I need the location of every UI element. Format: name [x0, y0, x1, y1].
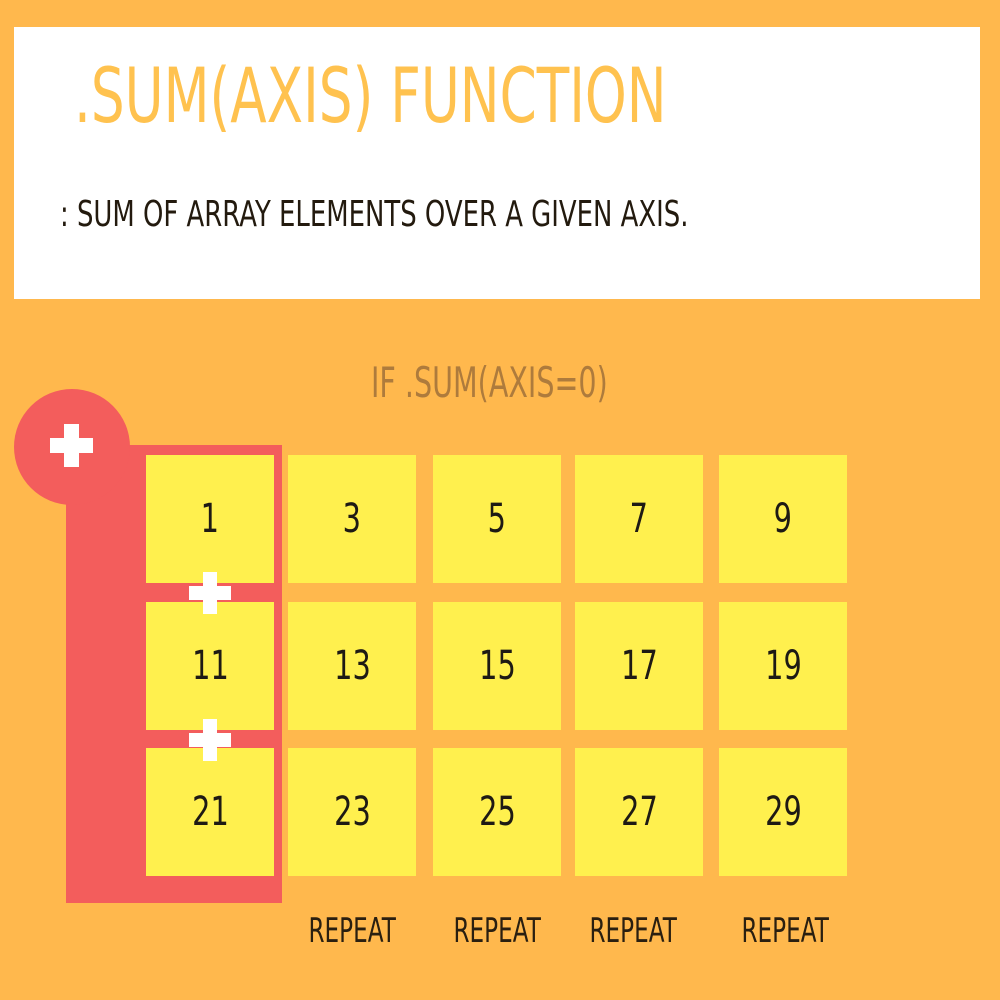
plus-icon — [189, 572, 231, 614]
matrix-value-r2-c5: 19 — [764, 643, 802, 689]
repeat-label-column-3: REPEAT — [453, 911, 541, 951]
repeat-label-column-5: REPEAT — [741, 911, 829, 951]
matrix-cell-r3-c2: 23 — [288, 748, 416, 876]
matrix-value-r2-c2: 13 — [333, 643, 371, 689]
matrix-cell-r1-c1: 1 — [146, 455, 274, 583]
matrix-cell-r3-c1: 21 — [146, 748, 274, 876]
matrix-cell-r1-c3: 5 — [433, 455, 561, 583]
matrix-value-r2-c4: 17 — [620, 643, 658, 689]
array-matrix: 1 3 5 7 9 11 13 15 17 19 21 23 25 27 29 — [0, 0, 1000, 1000]
matrix-cell-r2-c5: 19 — [719, 602, 847, 730]
matrix-value-r1-c2: 3 — [342, 496, 362, 542]
matrix-value-r2-c3: 15 — [478, 643, 516, 689]
matrix-value-r2-c1: 11 — [191, 643, 229, 689]
matrix-cell-r2-c1: 11 — [146, 602, 274, 730]
matrix-value-r3-c1: 21 — [191, 789, 229, 835]
matrix-cell-r2-c4: 17 — [575, 602, 703, 730]
matrix-cell-r2-c2: 13 — [288, 602, 416, 730]
repeat-label-column-2: REPEAT — [308, 911, 396, 951]
matrix-cell-r1-c4: 7 — [575, 455, 703, 583]
matrix-cell-r2-c3: 15 — [433, 602, 561, 730]
matrix-value-r3-c2: 23 — [333, 789, 371, 835]
matrix-cell-r3-c3: 25 — [433, 748, 561, 876]
plus-icon — [50, 424, 93, 467]
repeat-label-column-4: REPEAT — [589, 911, 677, 951]
matrix-value-r1-c1: 1 — [200, 496, 220, 542]
matrix-value-r3-c4: 27 — [620, 789, 658, 835]
matrix-value-r1-c4: 7 — [629, 496, 649, 542]
matrix-cell-r3-c4: 27 — [575, 748, 703, 876]
matrix-cell-r3-c5: 29 — [719, 748, 847, 876]
matrix-cell-r1-c5: 9 — [719, 455, 847, 583]
matrix-cell-r1-c2: 3 — [288, 455, 416, 583]
matrix-value-r3-c3: 25 — [478, 789, 516, 835]
plus-icon — [189, 719, 231, 761]
matrix-value-r3-c5: 29 — [764, 789, 802, 835]
matrix-value-r1-c3: 5 — [487, 496, 507, 542]
matrix-value-r1-c5: 9 — [773, 496, 793, 542]
